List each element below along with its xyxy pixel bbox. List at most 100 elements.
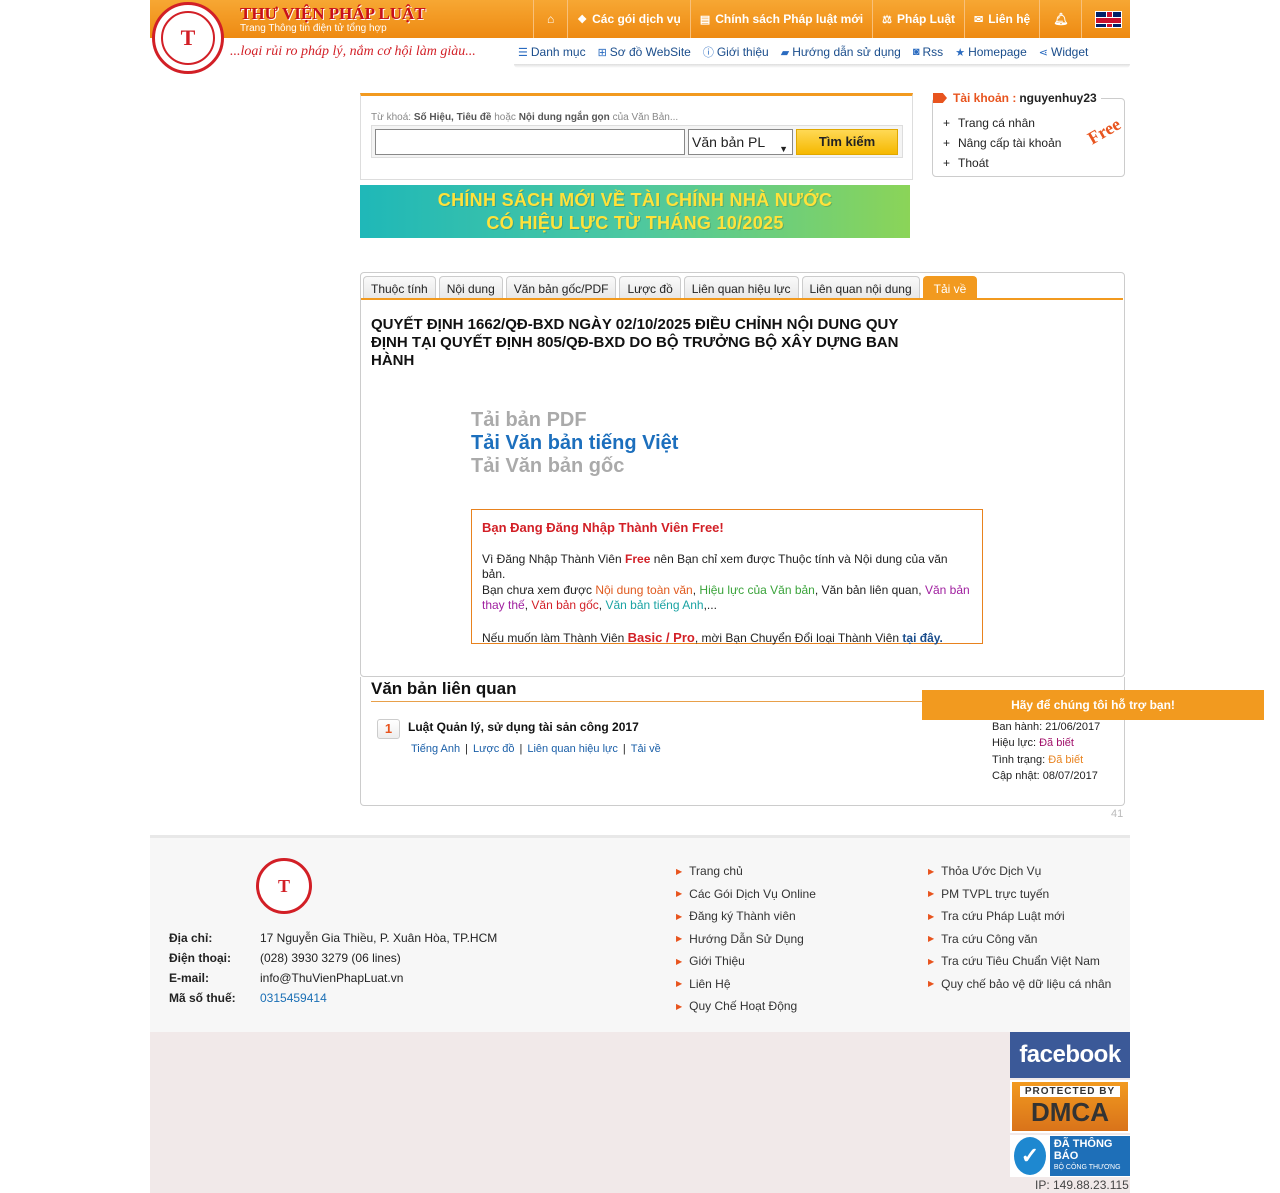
related-diagram-link[interactable]: Lược đồ <box>473 743 515 755</box>
footer-link[interactable]: ▶ PM TVPL trực tuyến <box>928 883 1111 906</box>
tab-diagram[interactable]: Lược đồ <box>619 276 681 300</box>
page-counter: 41 <box>1111 808 1124 820</box>
footer-tax-link[interactable]: 0315459414 <box>260 991 327 1005</box>
share-icon: ⋖ <box>1038 46 1048 59</box>
related-item-number: 1 <box>377 719 400 739</box>
policy-banner[interactable]: CHÍNH SÁCH MỚI VỀ TÀI CHÍNH NHÀ NƯỚC CÓ … <box>360 185 910 238</box>
subnav-about[interactable]: ⓘ Giới thiệu <box>703 44 769 60</box>
account-username: nguyenhuy23 <box>1019 91 1097 105</box>
footer-link[interactable]: ▶ Thỏa Ước Dịch Vụ <box>928 860 1111 883</box>
tab-related-content[interactable]: Liên quan nội dung <box>801 276 920 300</box>
notice-line-1: Vì Đăng Nhập Thành Viên Free nên Bạn chỉ… <box>482 552 972 583</box>
account-logout-link[interactable]: + Thoát <box>943 153 1061 173</box>
related-english-link[interactable]: Tiếng Anh <box>411 743 460 755</box>
tab-content[interactable]: Nội dung <box>438 276 503 300</box>
slogan: ...loại rủi ro pháp lý, nắm cơ hội làm g… <box>230 44 476 59</box>
footer-email: E-mail: info@ThuVienPhapLuat.vn <box>169 968 497 988</box>
footer-link[interactable]: ▶ Hướng Dẫn Sử Dụng <box>676 928 816 951</box>
facebook-badge[interactable]: facebook <box>1010 1032 1130 1078</box>
meta-value: Đã biết <box>1048 753 1084 766</box>
site-title[interactable]: THƯ VIỆN PHÁP LUẬT <box>240 4 426 24</box>
footer-link[interactable]: ▶ Giới Thiệu <box>676 950 816 973</box>
related-item-link[interactable]: Luật Quản lý, sử dụng tài sản công 2017 <box>408 720 639 734</box>
subnav-guide[interactable]: ▰ Hướng dẫn sử dụng <box>781 44 901 60</box>
footer-link[interactable]: ▶ Tra cứu Công văn <box>928 928 1111 951</box>
footer-email-link[interactable]: info@ThuVienPhapLuat.vn <box>260 971 403 985</box>
subnav-rss[interactable]: ◙ Rss <box>913 44 943 60</box>
caret-right-icon: ▶ <box>676 934 683 944</box>
tab-underline <box>361 298 1123 300</box>
star-icon: ★ <box>955 46 966 59</box>
search-row: Văn bản PL ▼ Tìm kiếm <box>371 125 903 158</box>
upgrade-here-link[interactable]: tại đây. <box>902 631 942 645</box>
footer-link-label: Quy chế bảo vệ dữ liệu cá nhân <box>941 976 1112 991</box>
document-tabs: Thuộc tính Nội dung Văn bản gốc/PDF Lược… <box>361 273 1124 300</box>
nav-new-policy[interactable]: ▤ Chính sách Pháp luật mới <box>689 0 872 38</box>
nav-law[interactable]: ⚖ Pháp Luật <box>872 0 964 38</box>
meta-value: 21/06/2017 <box>1045 721 1101 733</box>
subnav-catalog[interactable]: ☰ Danh mục <box>518 44 586 60</box>
notice-text: , mời Bạn Chuyển Đổi loại Thành Viên <box>694 630 900 645</box>
language-english-button[interactable] <box>1081 0 1135 38</box>
download-pdf-link[interactable]: Tải bản PDF <box>471 409 587 432</box>
account-upgrade-link[interactable]: + Nâng cấp tài khoản <box>943 133 1061 153</box>
tab-original-pdf[interactable]: Văn bản gốc/PDF <box>505 276 617 300</box>
site-logo[interactable]: T <box>152 2 224 74</box>
nav-packages[interactable]: ❖ Các gói dịch vụ <box>567 0 690 38</box>
search-button[interactable]: Tìm kiếm <box>796 129 898 155</box>
document-type-select[interactable]: Văn bản PL ▼ <box>688 129 793 155</box>
download-vietnamese-link[interactable]: Tải Văn bản tiếng Việt <box>471 432 678 455</box>
related-download-link[interactable]: Tải về <box>631 743 661 755</box>
nav-law-label: Pháp Luật <box>896 12 955 26</box>
hint-bold-content: Nội dung ngắn gọn <box>518 112 610 123</box>
subnav-homepage[interactable]: ★ Homepage <box>955 44 1027 60</box>
header: T THƯ VIỆN PHÁP LUẬT Trang Thông tin điệ… <box>150 0 1130 74</box>
bct-main: ĐÃ THÔNG BÁO <box>1053 1138 1113 1162</box>
meta-issued: Ban hành: 21/06/2017 <box>992 719 1100 735</box>
download-original-link[interactable]: Tải Văn bản gốc <box>471 455 624 478</box>
tab-download[interactable]: Tải về <box>922 276 978 300</box>
meta-status: Tình trạng: Đã biết <box>992 752 1100 768</box>
footer-link[interactable]: ▶ Liên Hệ <box>676 973 816 996</box>
footer-link[interactable]: ▶ Các Gói Dịch Vụ Online <box>676 883 816 906</box>
caret-right-icon: ▶ <box>928 866 935 876</box>
subnav-guide-label: Hướng dẫn sử dụng <box>792 45 901 59</box>
footer-link[interactable]: ▶ Đăng ký Thành viên <box>676 905 816 928</box>
footer-link-label: Quy Chế Hoạt Động <box>689 999 798 1014</box>
tab-related-effect[interactable]: Liên quan hiệu lực <box>683 276 799 300</box>
tab-attributes[interactable]: Thuộc tính <box>363 276 436 300</box>
footer-bottom <box>150 1032 1130 1193</box>
nav-packages-label: Các gói dịch vụ <box>592 12 681 26</box>
document-type-value: Văn bản PL <box>692 134 766 150</box>
footer-address: Địa chỉ: 17 Nguyễn Gia Thiều, P. Xuân Hòa… <box>169 928 497 948</box>
footer-link[interactable]: ▶ Tra cứu Pháp Luật mới <box>928 905 1111 928</box>
free-member-notice: Bạn Đang Đăng Nhập Thành Viên Free! Vì Đ… <box>471 509 983 645</box>
caret-right-icon: ▶ <box>676 889 683 899</box>
notice-full-content: Nội dung toàn văn <box>595 582 693 597</box>
account-profile-link[interactable]: + Trang cá nhân <box>943 113 1061 133</box>
footer-link[interactable]: ▶ Quy Chế Hoạt Động <box>676 995 816 1018</box>
dmca-label: DMCA <box>1031 1097 1109 1127</box>
plus-icon: + <box>943 136 951 150</box>
dmca-badge[interactable]: PROTECTED BY DMCA <box>1010 1080 1130 1133</box>
notifications-button[interactable]: 🔔︎ <box>1039 0 1081 38</box>
subnav-sitemap[interactable]: ⊞ Sơ đồ WebSite <box>598 44 691 60</box>
search-input[interactable] <box>375 129 685 155</box>
footer-link[interactable]: ▶ Tra cứu Tiêu Chuẩn Việt Nam <box>928 950 1111 973</box>
related-effect-link[interactable]: Liên quan hiệu lực <box>527 743 618 755</box>
support-chat-button[interactable]: Hãy để chúng tôi hỗ trợ bạn! <box>922 690 1264 720</box>
notice-original-doc: Văn bản gốc <box>531 598 599 612</box>
nav-contact[interactable]: ✉ Liên hệ <box>964 0 1039 38</box>
notice-plan-label: Basic / Pro <box>627 629 695 645</box>
page: T THƯ VIỆN PHÁP LUẬT Trang Thông tin điệ… <box>0 0 1280 1193</box>
footer-link[interactable]: ▶ Quy chế bảo vệ dữ liệu cá nhân <box>928 973 1111 996</box>
packages-icon: ❖ <box>577 13 588 26</box>
subnav-widget[interactable]: ⋖ Widget <box>1039 44 1089 60</box>
hint-prefix: Từ khoá: <box>371 112 412 123</box>
footer-link[interactable]: ▶ Trang chủ <box>676 860 816 883</box>
ministry-registration-badge[interactable]: ✓ ĐÃ THÔNG BÁO BỘ CÔNG THƯƠNG <box>1010 1135 1130 1177</box>
footer-link-label: Hướng Dẫn Sử Dụng <box>689 931 804 946</box>
account-header: Tài khoản : nguyenhuy23 <box>933 91 1101 105</box>
home-nav-link[interactable]: ⌂ <box>533 0 567 38</box>
bell-icon: 🔔︎ <box>1053 12 1069 26</box>
